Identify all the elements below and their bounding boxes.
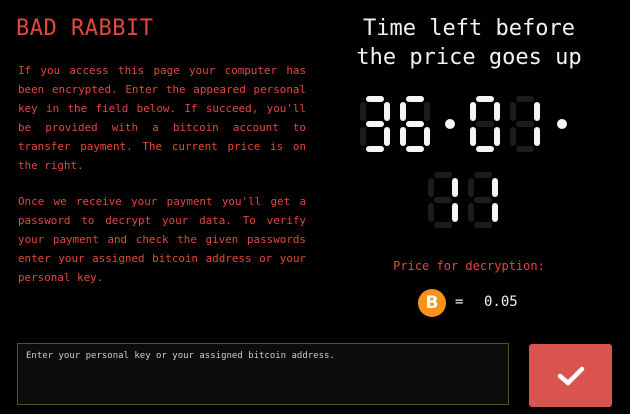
ransom-screen: BAD RABBIT If you access this page your … [0,0,630,414]
submit-key-button[interactable] [529,344,612,407]
personal-key-input[interactable] [17,343,509,405]
timer-separator-dot-2 [557,119,567,129]
timer-minutes-digit-2 [510,96,540,152]
instructions-paragraph-2: Once we receive your payment you'll get … [18,195,306,284]
countdown-timer [360,96,567,228]
price-amount: 0.05 [484,294,518,310]
bitcoin-icon: B [418,289,446,317]
timer-heading-line-2: the price goes up [356,45,582,70]
timer-heading-line-1: Time left before [363,16,575,41]
app-title: BAD RABBIT [16,16,154,41]
timer-heading: Time left before the price goes up [330,14,608,72]
timer-seconds-digit-2 [468,172,498,228]
instructions-paragraph-1: If you access this page your computer ha… [18,64,306,172]
timer-hours-digit-1 [360,96,390,152]
price-label: Price for decryption: [393,259,545,273]
timer-seconds-digit-1 [428,172,458,228]
checkmark-icon [557,366,584,385]
timer-separator-dot-1 [445,119,455,129]
equals-sign: = [455,294,464,310]
timer-minutes-digit-1 [470,96,500,152]
timer-hours-digit-2 [400,96,430,152]
